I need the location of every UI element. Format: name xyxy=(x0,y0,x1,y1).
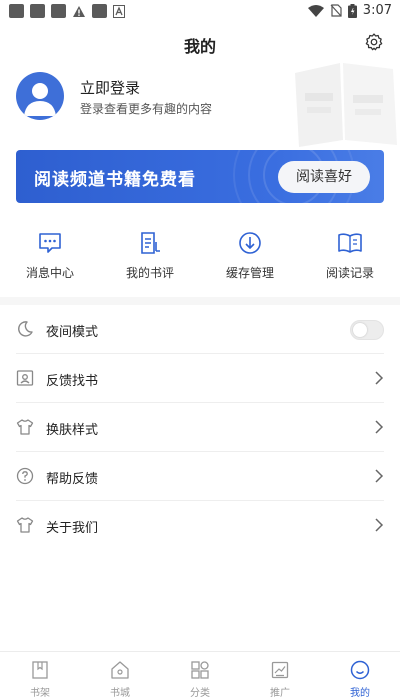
quick-action-history[interactable]: 阅读记录 xyxy=(300,226,400,286)
skin-style-row[interactable]: 换肤样式 xyxy=(16,403,384,452)
promote-icon xyxy=(271,661,289,679)
row-label: 关于我们 xyxy=(46,521,99,536)
quick-action-cache[interactable]: 缓存管理 xyxy=(200,226,300,286)
quick-action-messages[interactable]: 消息中心 xyxy=(0,226,100,286)
reading-preference-button[interactable]: 阅读喜好 xyxy=(278,161,370,193)
night-mode-row: 夜间模式 xyxy=(16,305,384,354)
login-subtitle: 登录查看更多有趣的内容 xyxy=(80,102,213,116)
nav-category[interactable]: 分类 xyxy=(160,652,240,700)
status-bar: 3:07 xyxy=(0,0,400,24)
nav-label: 我的 xyxy=(350,688,370,699)
notification-icon xyxy=(51,4,66,18)
toggle-knob xyxy=(353,323,367,337)
login-title[interactable]: 立即登录 xyxy=(80,77,140,98)
about-us-row[interactable]: 关于我们 xyxy=(16,501,384,550)
download-icon xyxy=(239,232,261,254)
nav-label: 书架 xyxy=(30,688,50,699)
system-icons: 3:07 xyxy=(307,3,392,18)
promo-banner[interactable]: 阅读频道书籍免费看 阅读喜好 xyxy=(16,150,384,203)
nav-label: 推广 xyxy=(270,688,290,699)
help-feedback-row[interactable]: 帮助反馈 xyxy=(16,452,384,501)
find-book-icon xyxy=(16,370,34,386)
message-icon xyxy=(39,233,61,253)
shirt-icon xyxy=(16,517,34,533)
notification-icon xyxy=(30,4,45,18)
gear-icon[interactable] xyxy=(364,32,384,52)
notification-icon xyxy=(9,4,24,18)
settings-list: 夜间模式 反馈找书 换肤样式 帮助反馈 关于我们 xyxy=(0,305,400,550)
no-sim-icon xyxy=(330,4,342,17)
review-icon xyxy=(141,232,160,254)
notification-icons xyxy=(9,4,125,18)
quick-action-label: 阅读记录 xyxy=(325,266,374,280)
row-label: 换肤样式 xyxy=(46,423,99,438)
shirt-icon xyxy=(16,419,34,435)
page-title: 我的 xyxy=(183,37,216,56)
book-open-icon xyxy=(338,233,362,253)
profile-login[interactable]: 立即登录 登录查看更多有趣的内容 xyxy=(16,72,376,122)
nav-mine[interactable]: 我的 xyxy=(320,652,400,700)
chevron-right-icon xyxy=(375,420,384,434)
clock: 3:07 xyxy=(362,3,392,18)
quick-action-label: 缓存管理 xyxy=(225,266,274,280)
battery-icon xyxy=(347,3,357,18)
nav-bookshelf[interactable]: 书架 xyxy=(0,652,80,700)
chevron-right-icon xyxy=(375,371,384,385)
nav-promote[interactable]: 推广 xyxy=(240,652,320,700)
bottom-nav: 书架 书城 分类 推广 我的 xyxy=(0,651,400,700)
row-label: 反馈找书 xyxy=(46,374,99,389)
quick-action-reviews[interactable]: 我的书评 xyxy=(100,226,200,286)
night-mode-toggle[interactable] xyxy=(350,320,384,340)
user-avatar-icon xyxy=(24,83,56,116)
bookstore-icon xyxy=(111,661,129,679)
warning-icon xyxy=(73,5,85,17)
row-label: 帮助反馈 xyxy=(46,472,99,487)
wifi-icon xyxy=(307,4,324,17)
chevron-right-icon xyxy=(375,469,384,483)
nav-label: 分类 xyxy=(190,688,210,699)
category-icon xyxy=(191,661,209,679)
profile-smile-icon xyxy=(350,660,370,680)
bookshelf-icon xyxy=(32,661,48,679)
avatar[interactable] xyxy=(16,72,64,120)
nav-label: 书城 xyxy=(110,688,130,699)
quick-actions: 消息中心 我的书评 缓存管理 阅读记录 xyxy=(0,226,400,286)
section-divider xyxy=(0,297,400,305)
row-label: 夜间模式 xyxy=(46,325,99,340)
moon-icon xyxy=(18,321,33,337)
feedback-find-book-row[interactable]: 反馈找书 xyxy=(16,354,384,403)
banner-text: 阅读频道书籍免费看 xyxy=(34,170,196,190)
nav-bookstore[interactable]: 书城 xyxy=(80,652,160,700)
help-icon xyxy=(16,467,34,485)
quick-action-label: 我的书评 xyxy=(125,266,174,280)
quick-action-label: 消息中心 xyxy=(25,266,74,280)
text-a-icon xyxy=(113,4,125,18)
notification-icon xyxy=(92,4,107,18)
chevron-right-icon xyxy=(375,518,384,532)
